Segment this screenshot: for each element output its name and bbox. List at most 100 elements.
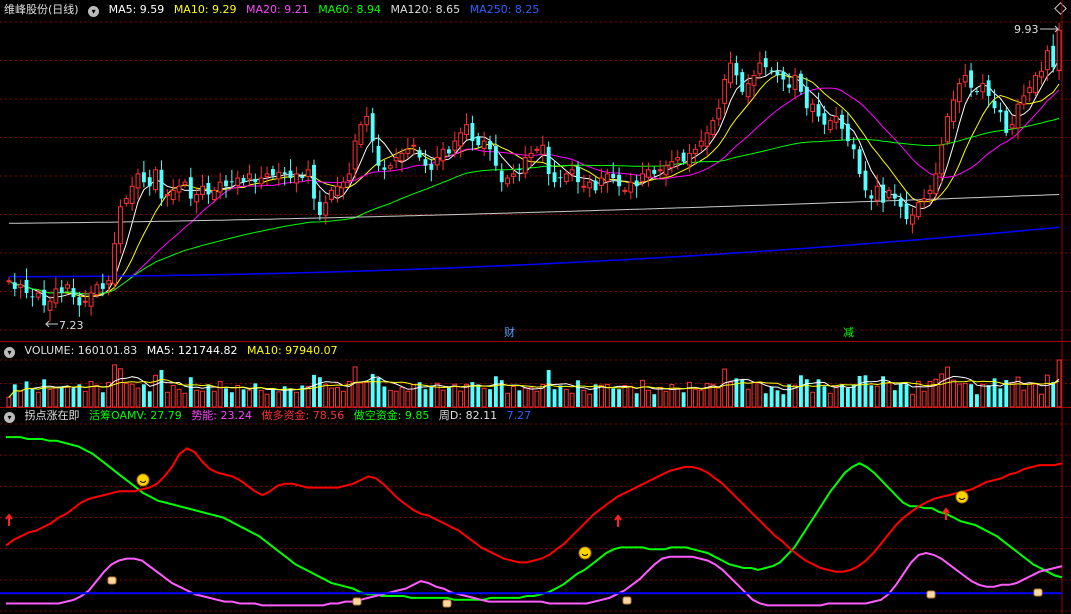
volume-bar-down [845, 388, 850, 407]
candle-body-up [434, 157, 440, 166]
volume-bar-up [88, 380, 94, 408]
volume-bar-up [323, 383, 329, 408]
volume-bar-up [915, 380, 921, 408]
candle-body-up [757, 62, 763, 75]
volume-bar-up [65, 386, 71, 408]
candle-body-down [300, 175, 305, 179]
candle-body-up [669, 161, 675, 168]
volume-bar-up [687, 381, 692, 408]
volume-bar-up [129, 383, 135, 408]
candle-body-up [329, 189, 335, 200]
hand-pointer-icon [352, 597, 362, 606]
candle-body-down [775, 71, 780, 76]
volume-bar-up [135, 387, 141, 408]
candle-body-up [247, 173, 252, 180]
volume-bar-down [986, 385, 991, 407]
candle-body-up [945, 115, 951, 143]
candle-body-down [24, 279, 29, 294]
candle-body-up [458, 132, 464, 147]
candle-body-down [30, 296, 35, 298]
volume-bar-up [176, 388, 182, 408]
candle-body-up [1044, 50, 1050, 71]
volume-bar-down [775, 390, 780, 407]
candle-body-up [645, 169, 651, 178]
volume-bar-up [293, 391, 299, 408]
moving-averages [8, 58, 1060, 299]
candle-body-up [358, 124, 364, 145]
volume-bar-up [452, 383, 458, 408]
candle-body-down [1051, 45, 1056, 68]
volume-bar-down [840, 384, 844, 407]
volume-bar-down [417, 382, 422, 407]
candle-body-up [569, 169, 575, 175]
candle-body-up [340, 181, 346, 189]
volume-bar-up [440, 389, 446, 408]
candle-body-down [593, 180, 598, 191]
candle-body-up [962, 74, 968, 83]
volume-bar-up [728, 381, 733, 408]
candle-body-up [411, 144, 417, 147]
volume-bar-up [980, 383, 986, 408]
volume-bar-down [857, 375, 862, 407]
candle-body-up [346, 173, 352, 182]
volume-bar-down [763, 393, 768, 407]
candle-body-up [622, 189, 628, 192]
candle-body-up [657, 169, 663, 172]
candle-body-down [429, 164, 434, 170]
smiley-icon [136, 473, 150, 487]
hand-pointer-icon [926, 590, 936, 599]
volume-bar-down [881, 376, 885, 407]
candle-body-up [129, 185, 135, 205]
candle-body-up [18, 284, 24, 288]
volume-bar-up [522, 387, 528, 408]
volume-bar-up [164, 391, 170, 408]
candle-body-up [810, 103, 816, 113]
candle-body-down [851, 144, 856, 150]
volume-bar-up [657, 386, 663, 408]
volume-bar-up [628, 385, 634, 408]
volume-bar-down [681, 392, 686, 407]
volume-bar-down [224, 388, 228, 407]
candle-body-down [892, 193, 897, 199]
volume-bar-up [622, 384, 628, 408]
volume-bar-up [833, 385, 839, 408]
candle-body-up [534, 148, 540, 151]
volume-bar-down [188, 377, 193, 407]
ma20-line [8, 87, 1060, 295]
volume-bar-down [576, 380, 580, 407]
volume-bar-up [264, 393, 270, 408]
candle-body-up [1015, 103, 1021, 129]
candle-body-up [704, 132, 710, 147]
candle-body-up [464, 124, 469, 136]
zuoduo-line [5, 447, 1063, 573]
volume-bar-up [258, 389, 264, 408]
candle-body-up [94, 284, 100, 296]
candle-body-down [317, 201, 322, 216]
volume-bar-down [30, 388, 35, 407]
volume-bar-up [663, 390, 669, 408]
candle-body-down [804, 86, 809, 109]
candle-body-down [376, 146, 381, 166]
volume-bar-up [393, 390, 399, 408]
volume-bar-up [247, 389, 252, 408]
candle-body-up [951, 99, 956, 122]
volume-bar-up [235, 384, 241, 408]
volume-bar-up [153, 374, 159, 408]
candle-body-down [206, 182, 211, 195]
volume-bar-up [481, 387, 487, 408]
volume-bar-down [100, 392, 105, 407]
candle-body-up [393, 157, 399, 162]
candle-body-up [405, 148, 411, 154]
volume-bar-up [405, 390, 411, 408]
candle-body-down [822, 113, 827, 125]
volume-bar-down [1051, 382, 1056, 407]
volume-bar-up [874, 385, 880, 408]
candle-body-down [799, 73, 803, 92]
candle-body-up [452, 140, 458, 151]
candle-body-down [546, 146, 551, 174]
candle-body-up [751, 74, 757, 86]
volume-bar-up [757, 382, 763, 408]
candle-body-down [969, 70, 973, 88]
volume-bar-down [652, 394, 657, 407]
volume-bar-down [382, 386, 387, 407]
